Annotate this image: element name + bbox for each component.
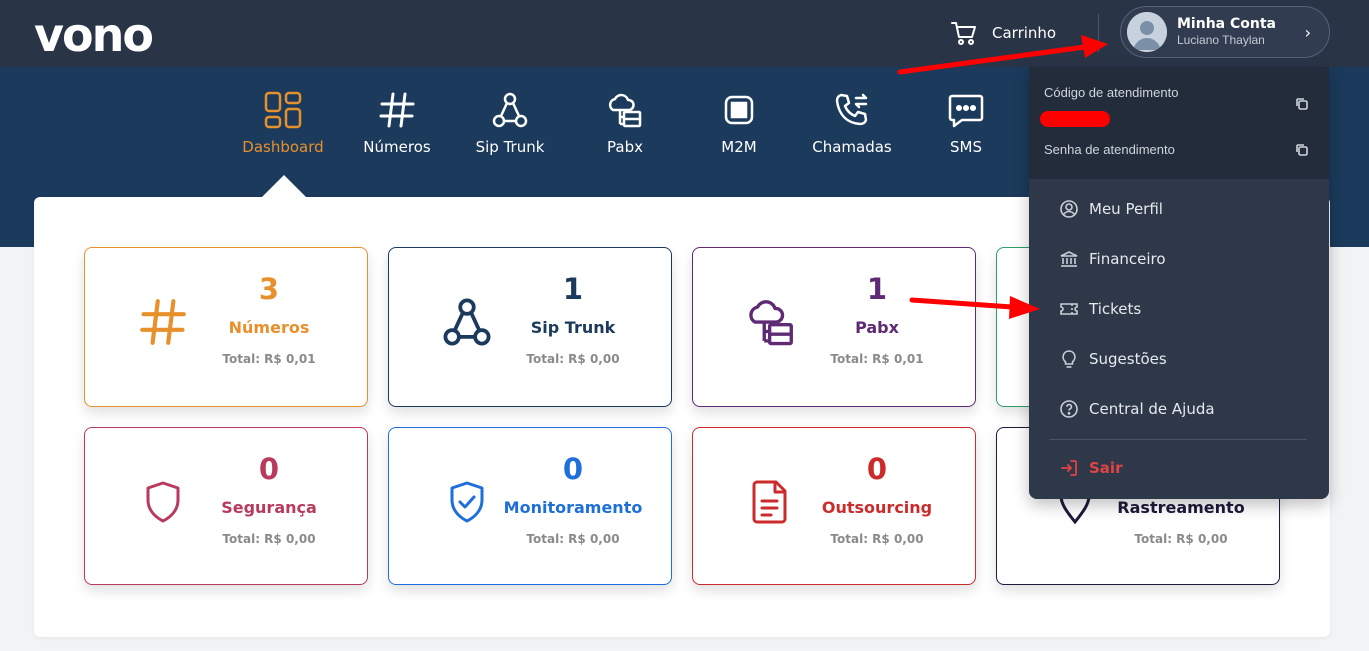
help-circle-icon <box>1060 400 1078 418</box>
logout-button[interactable]: Sair <box>1059 455 1299 481</box>
menu-item-financeiro[interactable]: Financeiro <box>1059 246 1299 272</box>
sip-trunk-icon <box>492 92 528 128</box>
menu-item-label: Sugestões <box>1089 350 1167 368</box>
redacted-service-code <box>1040 111 1110 127</box>
account-user-name: Luciano Thaylan <box>1177 33 1265 47</box>
card-label: Rastreamento <box>1117 498 1245 517</box>
card-seguranca[interactable]: 0 Segurança Total: R$ 0,00 <box>84 427 368 585</box>
header-divider <box>1098 14 1099 52</box>
phone-transfer-icon <box>835 93 868 126</box>
copy-icon[interactable] <box>1295 143 1309 157</box>
hash-icon <box>379 92 415 128</box>
nav-item-sms[interactable]: SMS <box>916 90 1016 156</box>
nav-item-dashboard[interactable]: Dashboard <box>233 90 333 156</box>
cart-icon <box>951 22 976 45</box>
card-count: 1 <box>866 272 888 306</box>
card-sip-trunk[interactable]: 1 Sip Trunk Total: R$ 0,00 <box>388 247 672 407</box>
menu-item-label: Central de Ajuda <box>1089 400 1215 418</box>
card-label: Monitoramento <box>503 498 643 517</box>
card-count: 3 <box>258 272 280 306</box>
card-numeros[interactable]: 3 Números Total: R$ 0,01 <box>84 247 368 407</box>
service-codes-section: Código de atendimento Senha de atendimen… <box>1029 67 1329 179</box>
nav-label: Números <box>363 138 431 156</box>
top-bar: vono Carrinho Minha Conta Luciano Thayla… <box>0 0 1369 67</box>
grid-icon <box>264 91 302 129</box>
chevron-right-icon: › <box>1304 22 1311 42</box>
nav-item-chamadas[interactable]: Chamadas <box>802 90 902 156</box>
menu-item-tickets[interactable]: Tickets <box>1059 296 1299 322</box>
nav-item-numeros[interactable]: Números <box>347 90 447 156</box>
cart-label: Carrinho <box>992 24 1057 42</box>
user-avatar-icon <box>1127 12 1167 52</box>
logout-icon <box>1061 460 1077 476</box>
nav-label: Chamadas <box>812 138 892 156</box>
shield-check-icon <box>450 481 484 523</box>
card-label: Pabx <box>855 318 899 337</box>
menu-item-meu-perfil[interactable]: Meu Perfil <box>1059 196 1299 222</box>
card-total: Total: R$ 0,00 <box>1134 532 1228 546</box>
account-text: Minha Conta Luciano Thaylan <box>1177 16 1305 48</box>
card-monitoramento[interactable]: 0 Monitoramento Total: R$ 0,00 <box>388 427 672 585</box>
nav-label: Dashboard <box>242 138 324 156</box>
sms-chat-icon <box>948 94 984 128</box>
service-code-label: Código de atendimento <box>1044 85 1179 100</box>
sim-card-icon <box>724 95 754 125</box>
card-count: 0 <box>562 452 584 486</box>
nav-label: SMS <box>950 138 982 156</box>
card-count: 0 <box>258 452 280 486</box>
account-dropdown: Código de atendimento Senha de atendimen… <box>1029 67 1329 499</box>
nav-label: Sip Trunk <box>475 138 545 156</box>
account-menu-button[interactable]: Minha Conta Luciano Thaylan › <box>1120 6 1330 58</box>
shield-icon <box>146 481 180 523</box>
sip-trunk-icon <box>443 298 491 346</box>
card-label: Sip Trunk <box>530 318 616 337</box>
active-nav-indicator <box>262 175 306 197</box>
pabx-icon <box>749 300 793 346</box>
nav-label: M2M <box>721 138 757 156</box>
card-outsourcing[interactable]: 0 Outsourcing Total: R$ 0,00 <box>692 427 976 585</box>
menu-item-label: Meu Perfil <box>1089 200 1163 218</box>
menu-item-label: Financeiro <box>1089 250 1166 268</box>
card-total: Total: R$ 0,01 <box>830 352 924 366</box>
nav-item-pabx[interactable]: Pabx <box>575 90 675 156</box>
nav-item-m2m[interactable]: M2M <box>689 90 789 156</box>
document-icon <box>752 480 787 524</box>
service-password-label: Senha de atendimento <box>1044 142 1175 157</box>
menu-divider <box>1049 439 1307 440</box>
menu-item-sugestoes[interactable]: Sugestões <box>1059 346 1299 372</box>
card-count: 0 <box>866 452 888 486</box>
nav-label: Pabx <box>607 138 643 156</box>
user-circle-icon <box>1060 200 1078 218</box>
card-total: Total: R$ 0,00 <box>830 532 924 546</box>
account-title: Minha Conta <box>1177 16 1276 32</box>
pabx-icon <box>608 93 642 128</box>
nav-item-sip-trunk[interactable]: Sip Trunk <box>460 90 560 156</box>
card-label: Números <box>228 318 310 337</box>
card-total: Total: R$ 0,01 <box>222 352 316 366</box>
avatar <box>1127 12 1167 52</box>
card-count: 1 <box>562 272 584 306</box>
card-total: Total: R$ 0,00 <box>222 532 316 546</box>
copy-icon[interactable] <box>1295 97 1309 111</box>
menu-item-label: Tickets <box>1089 300 1142 318</box>
card-label: Outsourcing <box>821 498 933 517</box>
card-label: Segurança <box>221 498 317 517</box>
logout-label: Sair <box>1089 459 1123 477</box>
ticket-icon <box>1060 303 1078 315</box>
card-total: Total: R$ 0,00 <box>526 352 620 366</box>
card-total: Total: R$ 0,00 <box>526 532 620 546</box>
lightbulb-icon <box>1062 350 1076 368</box>
cart-button[interactable]: Carrinho <box>950 18 1056 48</box>
bank-icon <box>1060 251 1078 267</box>
hash-icon <box>140 299 186 345</box>
card-pabx[interactable]: 1 Pabx Total: R$ 0,01 <box>692 247 976 407</box>
menu-item-central-de-ajuda[interactable]: Central de Ajuda <box>1059 396 1299 422</box>
vono-logo[interactable]: vono <box>34 8 154 62</box>
